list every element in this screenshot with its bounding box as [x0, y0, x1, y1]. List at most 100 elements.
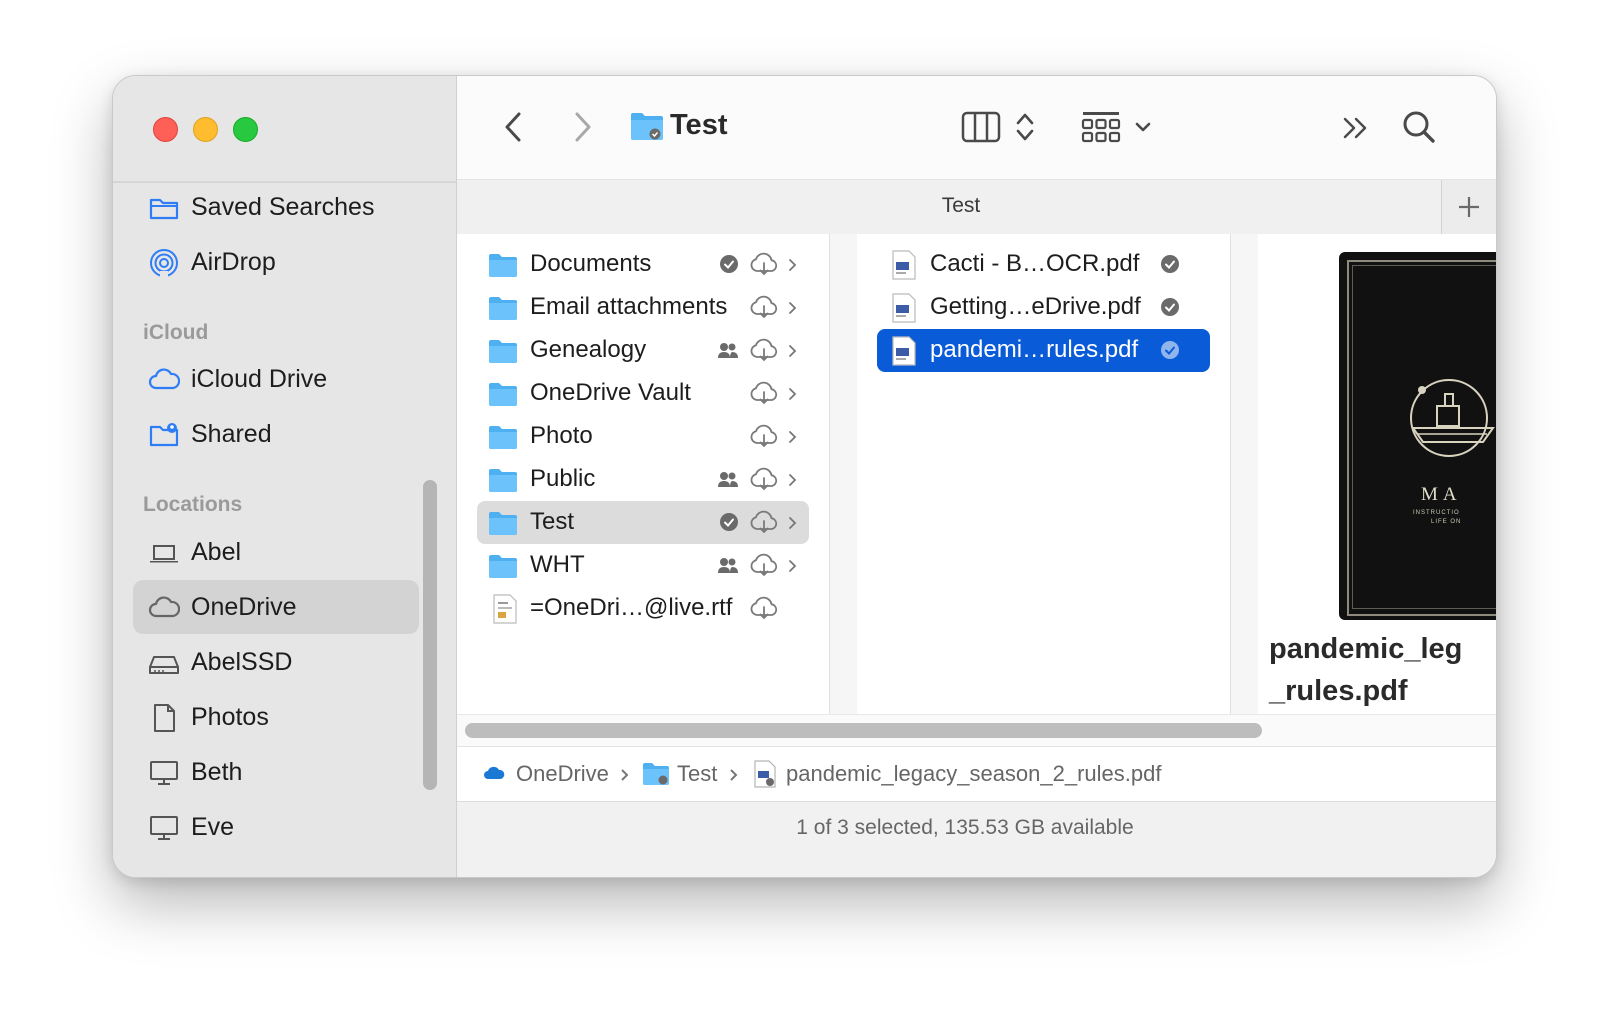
- synced-check-icon: [1161, 298, 1179, 316]
- airdrop-icon: [150, 249, 178, 279]
- view-options-updown-icon[interactable]: [1013, 110, 1037, 144]
- folder-icon: [489, 555, 517, 578]
- file-row[interactable]: Getting…eDrive.pdf: [877, 286, 1210, 329]
- sidebar-item-label: AbelSSD: [191, 647, 293, 676]
- sidebar-item-label: AirDrop: [191, 247, 276, 276]
- group-icon[interactable]: [1081, 109, 1121, 145]
- folder-icon: [489, 297, 517, 320]
- sidebar-item-abelssd[interactable]: AbelSSD: [133, 635, 419, 689]
- forward-button[interactable]: [567, 110, 597, 144]
- list-item[interactable]: Photo: [477, 415, 809, 458]
- sidebar-scrollbar[interactable]: [423, 480, 437, 790]
- folder-icon: [489, 469, 517, 492]
- sidebar-item-eve[interactable]: Eve: [133, 800, 419, 854]
- folder-icon: [631, 113, 663, 140]
- cover-title: MA: [1421, 484, 1462, 505]
- document-icon: [154, 704, 175, 732]
- tab-bar: Test: [457, 179, 1496, 235]
- list-item[interactable]: Test: [477, 501, 809, 544]
- list-item-label: =OneDri…@live.rtf: [530, 594, 733, 621]
- cloud-download-icon: [750, 510, 778, 534]
- pdf-file-icon: [754, 760, 776, 788]
- more-toolbar-items-icon[interactable]: [1341, 114, 1371, 142]
- sidebar-item-label: Saved Searches: [191, 192, 375, 221]
- sidebar-item-beth[interactable]: Beth: [133, 745, 419, 799]
- back-button[interactable]: [499, 110, 529, 144]
- cloud-download-icon: [750, 553, 778, 577]
- list-item[interactable]: =OneDri…@live.rtf: [477, 587, 809, 630]
- list-item[interactable]: Documents: [477, 243, 809, 286]
- chevron-right-icon: [789, 517, 797, 529]
- status-bar: 1 of 3 selected, 135.53 GB available: [457, 801, 1496, 877]
- minimize-window-button[interactable]: [193, 117, 218, 142]
- column-onedrive: || DocumentsEmail attachmentsGenealogyOn…: [457, 234, 844, 714]
- sidebar-item-onedrive[interactable]: OneDrive: [133, 580, 419, 634]
- shared-people-icon: [718, 343, 738, 358]
- synced-check-icon: [1161, 341, 1179, 359]
- breadcrumb-onedrive[interactable]: OneDrive: [516, 761, 609, 787]
- file-row[interactable]: pandemi…rules.pdf: [877, 329, 1210, 372]
- chevron-right-icon: [730, 769, 738, 781]
- file-row-label: Getting…eDrive.pdf: [930, 293, 1141, 320]
- sidebar-item-label: Eve: [191, 812, 235, 841]
- pdf-file-icon: [892, 293, 916, 323]
- list-item[interactable]: OneDrive Vault: [477, 372, 809, 415]
- chevron-right-icon: [789, 474, 797, 486]
- cover-subtitle: INSTRUCTIO: [1413, 510, 1460, 516]
- status-text: 1 of 3 selected, 135.53 GB available: [796, 816, 1134, 839]
- sidebar-item-label: Abel: [191, 537, 242, 566]
- cover-subtitle-2: LIFE ON: [1431, 519, 1462, 525]
- file-row[interactable]: Cacti - B…OCR.pdf: [877, 243, 1210, 286]
- folder-icon: [489, 254, 517, 277]
- breadcrumb: OneDrive Test pandemic_legacy_season_2_r…: [457, 746, 1496, 801]
- sidebar-item-label: Photos: [191, 702, 269, 731]
- shared-folder-icon: [149, 423, 179, 447]
- sidebar-item-photos[interactable]: Photos: [133, 690, 419, 744]
- sidebar-item-airdrop[interactable]: AirDrop: [133, 235, 419, 289]
- sidebar-item-label: iCloud Drive: [191, 364, 328, 393]
- chevron-down-icon[interactable]: [1133, 118, 1153, 136]
- scrollbar-thumb[interactable]: [465, 723, 1262, 738]
- sidebar-item-shared[interactable]: Shared: [133, 407, 419, 461]
- shared-people-icon: [718, 558, 738, 573]
- pdf-file-icon: [892, 250, 916, 280]
- column-divider: [830, 234, 857, 714]
- finder-window: Saved Searches AirDrop iCloud iCloud Dri…: [112, 75, 1497, 878]
- chevron-right-icon: [789, 302, 797, 314]
- column-view-icon[interactable]: [961, 110, 1001, 144]
- chevron-right-icon: [789, 388, 797, 400]
- list-item[interactable]: Email attachments: [477, 286, 809, 329]
- sidebar-section-icloud: iCloud: [143, 321, 209, 344]
- folder-outline-icon: [149, 198, 179, 220]
- search-icon[interactable]: [1401, 109, 1437, 145]
- close-window-button[interactable]: [153, 117, 178, 142]
- list-item[interactable]: Genealogy: [477, 329, 809, 372]
- list-item-label: Email attachments: [530, 293, 728, 320]
- chevron-right-icon: [621, 769, 629, 781]
- zoom-window-button[interactable]: [233, 117, 258, 142]
- new-tab-button[interactable]: [1441, 180, 1496, 234]
- breadcrumb-test[interactable]: Test: [677, 761, 717, 787]
- ship-emblem-icon: [1410, 379, 1495, 457]
- sidebar-item-saved-searches[interactable]: Saved Searches: [133, 180, 419, 234]
- sidebar-item-abel[interactable]: Abel: [133, 525, 419, 579]
- cloud-download-icon: [750, 467, 778, 491]
- synced-check-icon: [1161, 255, 1179, 273]
- tab-test[interactable]: Test: [457, 194, 1465, 218]
- list-item-label: WHT: [530, 551, 585, 578]
- cloud-download-icon: [750, 381, 778, 405]
- list-item[interactable]: Public: [477, 458, 809, 501]
- sidebar-item-label: Shared: [191, 419, 272, 448]
- breadcrumb-file[interactable]: pandemic_legacy_season_2_rules.pdf: [786, 761, 1161, 787]
- sidebar-section-locations: Locations: [143, 493, 243, 516]
- list-item[interactable]: WHT: [477, 544, 809, 587]
- cloud-download-icon: [750, 252, 778, 276]
- synced-check-icon: [720, 513, 738, 531]
- pdf-file-icon: [892, 336, 916, 366]
- preview-thumbnail[interactable]: MA INSTRUCTIO LIFE ON: [1339, 252, 1496, 620]
- sidebar: Saved Searches AirDrop iCloud iCloud Dri…: [113, 76, 457, 877]
- column-divider: [1231, 234, 1258, 714]
- sidebar-item-icloud-drive[interactable]: iCloud Drive: [133, 352, 419, 406]
- list-item-label: Photo: [530, 422, 593, 449]
- horizontal-scrollbar[interactable]: [457, 714, 1496, 747]
